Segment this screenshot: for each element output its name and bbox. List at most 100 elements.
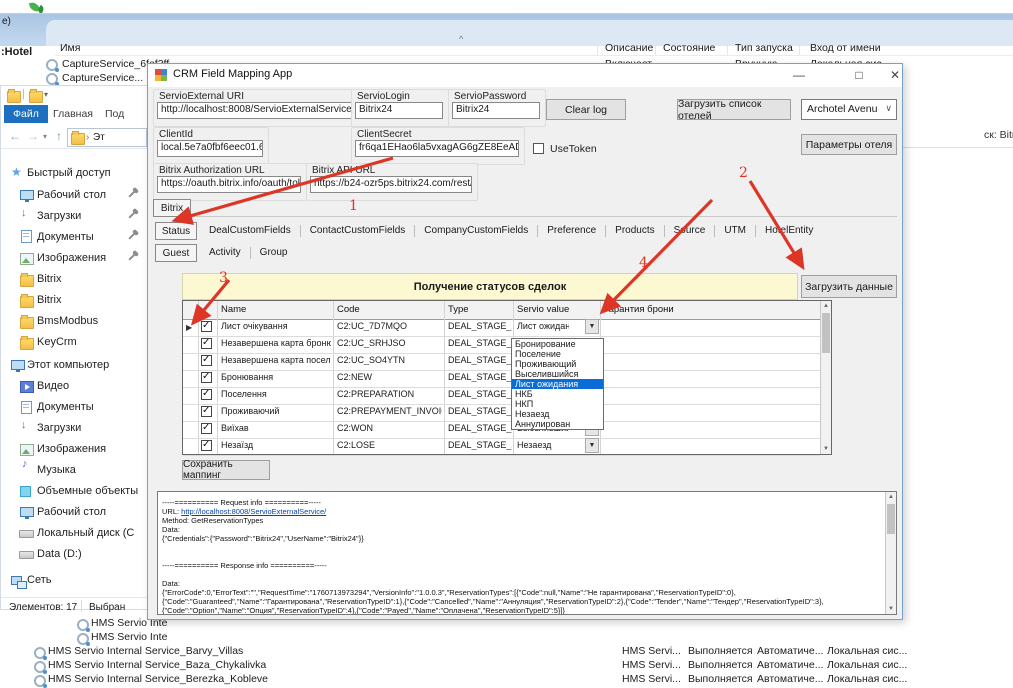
dropdown-option[interactable]: НКБ <box>512 389 603 399</box>
servio-combo-button[interactable]: ▼ <box>585 319 599 334</box>
service-row-name-fragment[interactable]: HMS Servio Inte <box>91 631 167 643</box>
quick-access-caret-icon[interactable]: ▾ <box>44 90 48 99</box>
sidebar-item-bitrix[interactable]: Bitrix <box>37 273 61 285</box>
explorer-search-fragment[interactable]: ск: Bitrix <box>984 129 1013 141</box>
row-checkbox[interactable] <box>201 321 212 332</box>
grid-col-warranty[interactable]: Гарантия брони <box>604 304 674 315</box>
sidebar-group-network[interactable]: Сеть <box>27 574 51 586</box>
dropdown-option[interactable]: Проживающий <box>512 359 603 369</box>
sidebar-item-downloads-pc[interactable]: Загрузки <box>37 422 81 434</box>
dropdown-option[interactable]: Выселившийся <box>512 369 603 379</box>
sidebar-item-pictures[interactable]: Изображения <box>37 252 106 264</box>
sidebar-item-videos[interactable]: Видео <box>37 380 69 392</box>
grid-row[interactable]: Поселення C2:PREPARATION DEAL_STAGE_2 <box>183 387 820 405</box>
quick-access-folder-icon[interactable] <box>29 91 43 103</box>
service-row-name[interactable]: HMS Servio Internal Service_Berezka_Kobl… <box>48 673 268 685</box>
dropdown-option-selected[interactable]: Лист ожидания <box>512 379 603 389</box>
sidebar-item-documents[interactable]: Документы <box>37 231 94 243</box>
sidebar-item-data-d[interactable]: Data (D:) <box>37 548 82 560</box>
tab-products[interactable]: Products <box>606 225 664 237</box>
save-mapping-button[interactable]: Сохранить маппинг <box>182 460 270 480</box>
dropdown-option[interactable]: Аннулирован <box>512 419 603 429</box>
grid-row[interactable]: Виїхав C2:WON DEAL_STAGE_2 Выселившийся … <box>183 421 820 439</box>
sidebar-group-this-pc[interactable]: Этот компьютер <box>27 359 109 371</box>
tab-share[interactable]: Под <box>105 108 124 120</box>
column-header-state[interactable]: Состояние <box>663 42 715 54</box>
sidebar-item-music[interactable]: Музыка <box>37 464 76 476</box>
tab-preference[interactable]: Preference <box>538 225 606 237</box>
recent-locations-caret-icon[interactable]: ▾ <box>43 132 47 141</box>
row-checkbox[interactable] <box>201 372 212 383</box>
tab-hotelentity[interactable]: HotelEntity <box>756 225 822 237</box>
log-panel[interactable]: -----========== Request info ==========-… <box>157 491 897 615</box>
service-row-name[interactable]: CaptureService... <box>62 72 143 84</box>
load-hotels-button[interactable]: Загрузить список отелей <box>677 99 791 120</box>
address-bar[interactable]: › Эт <box>67 128 147 147</box>
grid-row[interactable]: Незаїзд C2:LOSE DEAL_STAGE_2 Незаезд ▼ <box>183 438 820 456</box>
sidebar-item-desktop[interactable]: Рабочий стол <box>37 189 106 201</box>
load-data-button[interactable]: Загрузить данные <box>801 275 897 298</box>
back-icon[interactable]: ← <box>9 129 21 143</box>
auth-url-input[interactable]: https://oauth.bitrix.info/oauth/token/ <box>157 176 301 193</box>
column-header-name[interactable]: Имя <box>60 42 80 54</box>
servio-password-input[interactable]: Bitrix24 <box>452 102 540 119</box>
close-button[interactable]: ✕ <box>880 64 910 86</box>
tab-utm[interactable]: UTM <box>715 225 756 237</box>
scrollbar-thumb[interactable] <box>887 504 895 534</box>
tab-status[interactable]: Status <box>155 222 197 240</box>
forward-icon[interactable]: → <box>27 129 39 143</box>
tab-home[interactable]: Главная <box>53 108 93 120</box>
grid-row[interactable]: Незавершена карта бронювання C2:UC_SRHJS… <box>183 336 820 354</box>
scroll-up-icon[interactable]: ▲ <box>886 494 896 500</box>
grid-row[interactable]: Незавершена карта поселення C2:UC_SO4YTN… <box>183 353 820 371</box>
hotel-params-button[interactable]: Параметры отеля <box>801 134 897 155</box>
grid-col-code[interactable]: Code <box>337 304 360 315</box>
maximize-button[interactable]: □ <box>844 64 874 86</box>
tab-activity[interactable]: Activity <box>200 247 251 259</box>
service-row-name[interactable]: HMS Servio Internal Service_Baza_Chykali… <box>48 659 266 671</box>
dropdown-option[interactable]: НКП <box>512 399 603 409</box>
breadcrumb[interactable]: Эт <box>93 132 105 143</box>
dropdown-option[interactable]: Бронирование <box>512 339 603 349</box>
row-checkbox[interactable] <box>201 355 212 366</box>
sidebar-item-bitrix-2[interactable]: Bitrix <box>37 294 61 306</box>
tab-companycustomfields[interactable]: CompanyCustomFields <box>415 225 538 237</box>
row-checkbox[interactable] <box>201 338 212 349</box>
client-secret-input[interactable]: fr6qa1EHao6la5vxagAG6gZE8EeAD7Cre4epw9bq… <box>355 140 519 157</box>
client-id-input[interactable]: local.5e7a0fbf6eec01.65545489 <box>157 140 263 157</box>
log-scrollbar[interactable]: ▲ ▼ <box>885 492 896 614</box>
grid-scrollbar[interactable]: ▲ ▼ <box>820 301 831 454</box>
service-row-name[interactable]: HMS Servio Internal Service_Barvy_Villas <box>48 645 243 657</box>
sidebar-item-downloads[interactable]: Загрузки <box>37 210 81 222</box>
dropdown-option[interactable]: Незаезд <box>512 409 603 419</box>
sort-ascending-icon[interactable]: ^ <box>459 34 463 44</box>
tab-source[interactable]: Source <box>665 225 716 237</box>
tab-group[interactable]: Group <box>251 247 297 259</box>
row-checkbox[interactable] <box>201 423 212 434</box>
grid-col-type[interactable]: Type <box>448 304 469 315</box>
row-checkbox[interactable] <box>201 440 212 451</box>
sidebar-item-bmsmodbus[interactable]: BmsModbus <box>37 315 98 327</box>
tab-file[interactable]: Файл <box>4 105 48 123</box>
dropdown-option[interactable]: Поселение <box>512 349 603 359</box>
cell-servio-value[interactable]: Незаезд <box>517 440 569 450</box>
servio-login-input[interactable]: Bitrix24 <box>355 102 443 119</box>
minimize-button[interactable]: — <box>784 64 814 86</box>
tab-bitrix[interactable]: Bitrix <box>153 199 191 217</box>
servio-value-dropdown[interactable]: Бронирование Поселение Проживающий Высел… <box>511 338 604 430</box>
tab-contactcustomfields[interactable]: ContactCustomFields <box>301 225 416 237</box>
sidebar-item-local-disk-c[interactable]: Локальный диск (C <box>37 527 134 539</box>
grid-row[interactable]: Проживаючий C2:PREPAYMENT_INVOICE DEAL_S… <box>183 404 820 422</box>
servio-uri-input[interactable]: http://localhost:8008/ServioExternalServ… <box>157 102 369 119</box>
tab-guest[interactable]: Guest <box>155 244 197 262</box>
column-header-description[interactable]: Описание <box>605 42 653 54</box>
scroll-down-icon[interactable]: ▼ <box>821 446 831 452</box>
column-header-logon[interactable]: Вход от имени <box>810 42 881 54</box>
api-url-input[interactable]: https://b24-ozr5ps.bitrix24.com/rest/1/l… <box>310 176 472 193</box>
clear-log-button[interactable]: Clear log <box>546 99 626 120</box>
sidebar-group-quick-access[interactable]: Быстрый доступ <box>27 167 111 179</box>
tab-dealcustomfields[interactable]: DealCustomFields <box>200 225 301 237</box>
scroll-up-icon[interactable]: ▲ <box>821 303 831 309</box>
up-icon[interactable]: ↑ <box>56 129 62 143</box>
sidebar-item-pictures-pc[interactable]: Изображения <box>37 443 106 455</box>
